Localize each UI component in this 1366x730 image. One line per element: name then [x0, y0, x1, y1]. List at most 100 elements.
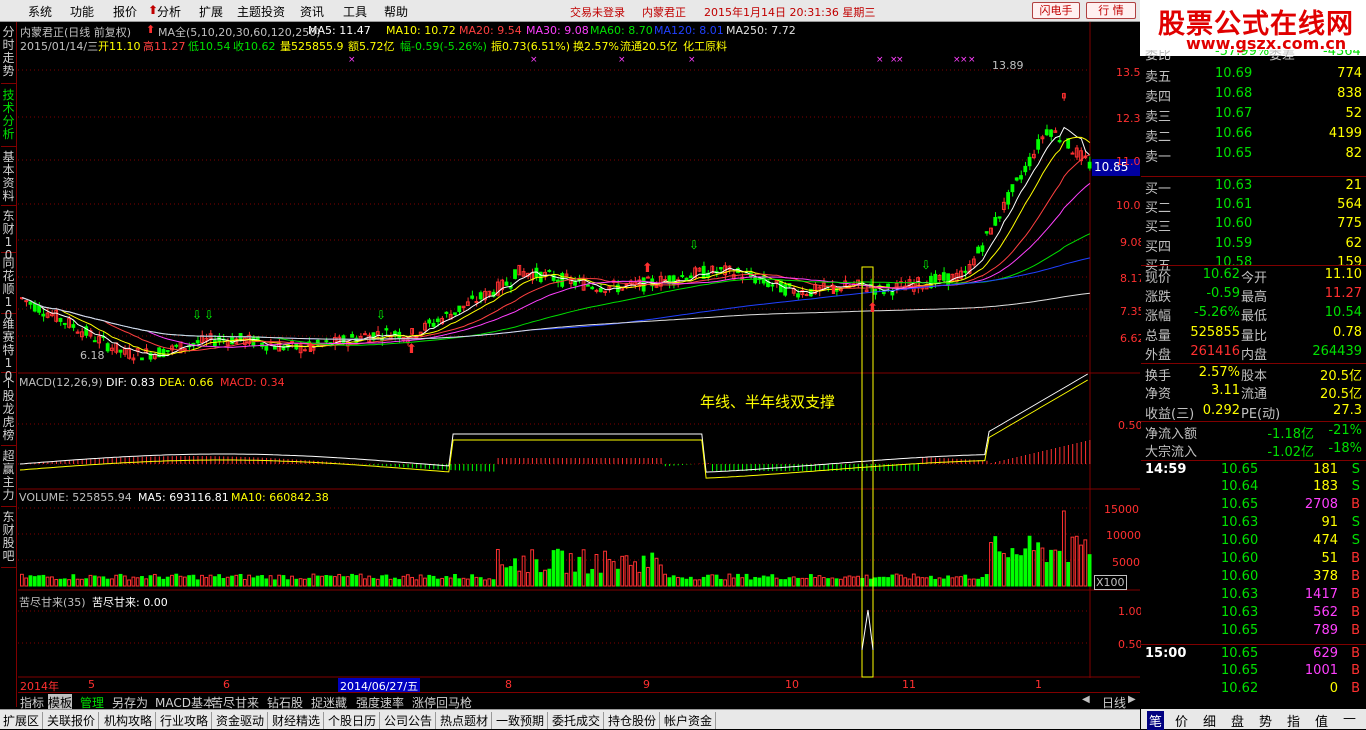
volume-bar	[337, 573, 342, 587]
bid-row-1: 买二 10.61 564	[1141, 196, 1366, 216]
tab-fundamentals[interactable]: 基本资料	[1, 148, 16, 206]
scroll-left-icon[interactable]: ◀	[1082, 694, 1090, 705]
volume-bar	[1066, 561, 1071, 587]
tab-forum[interactable]: 东财股吧	[1, 508, 16, 568]
tick-qty: 629	[1313, 646, 1338, 661]
volume-bar	[581, 549, 586, 587]
tab-main-force[interactable]: 超赢主力	[1, 447, 16, 507]
tab-capital[interactable]: 资金驱动	[213, 712, 269, 729]
tab-extend[interactable]: 扩展区	[0, 712, 44, 729]
volume-bar	[97, 576, 101, 587]
tick-qty: 1001	[1304, 663, 1338, 678]
volume-bar	[397, 579, 402, 587]
volume-bar	[813, 577, 818, 587]
rtab-trend[interactable]: 势	[1259, 711, 1272, 730]
bid-qty: 775	[1337, 216, 1362, 231]
volume-bar	[92, 575, 97, 587]
rtab-value[interactable]: 值	[1315, 711, 1328, 730]
volume-bar	[997, 551, 1002, 587]
tab-ths[interactable]: 同花顺10	[1, 254, 16, 322]
volume-bar	[1014, 554, 1019, 587]
volume-bar	[440, 577, 445, 587]
tab-account[interactable]: 帐户资金	[661, 712, 717, 729]
stock-title: 内蒙君正	[642, 6, 686, 19]
candle-body	[560, 273, 565, 287]
menu-help[interactable]: 帮助	[384, 3, 408, 20]
menu-news[interactable]: 资讯	[300, 3, 324, 20]
rtab-index[interactable]: 指	[1287, 711, 1300, 730]
menu-system[interactable]: 系统	[28, 3, 52, 20]
candle-body	[457, 305, 462, 313]
volume-bar	[834, 578, 839, 587]
tick-row: 10.63 562 B	[1141, 604, 1366, 622]
volume-bar	[217, 574, 222, 587]
tab-orders[interactable]: 委托成交	[549, 712, 605, 729]
volume-bar	[478, 577, 483, 587]
tab-inst[interactable]: 机构攻略	[101, 712, 157, 729]
tick-qty: 181	[1313, 462, 1338, 477]
rtab-more[interactable]: —	[1343, 711, 1356, 726]
volume-bar	[993, 536, 998, 587]
ask-label: 卖三	[1145, 110, 1172, 125]
menu-theme[interactable]: 主题投资	[237, 3, 285, 20]
rtab-ticks[interactable]: 笔	[1147, 711, 1165, 730]
flash-trade-button[interactable]: 闪电手	[1032, 2, 1080, 19]
stat-label: 涨幅	[1145, 309, 1172, 324]
tab-weisaite[interactable]: 维赛特10	[1, 315, 16, 383]
rtab-price[interactable]: 价	[1175, 711, 1188, 730]
tab-calendar[interactable]: 个股日历	[325, 712, 381, 729]
volume-bar	[800, 577, 805, 587]
menu-analysis[interactable]: 分析	[157, 3, 181, 20]
ask-label: 卖五	[1145, 70, 1172, 85]
volume-bar	[847, 575, 852, 587]
tab-dragon-tiger[interactable]: 个股龙虎榜	[1, 374, 16, 446]
volume-bar	[1079, 544, 1083, 587]
tab-eastmoney[interactable]: 东财10	[1, 207, 16, 262]
volume-bar	[1040, 547, 1045, 587]
volume-bar	[710, 574, 715, 587]
login-status[interactable]: 交易未登录	[570, 4, 625, 20]
vol-ma5-label: MA5: 693116.81	[138, 491, 229, 504]
volume-bar	[62, 578, 67, 587]
candle-body	[118, 349, 123, 353]
scroll-right-icon[interactable]: ▶	[1128, 694, 1136, 705]
tick-qty: 562	[1313, 605, 1338, 620]
tab-positions[interactable]: 持仓股份	[605, 712, 661, 729]
tab-technical[interactable]: 技术分析	[1, 85, 16, 147]
tab-related[interactable]: 关联报价	[44, 712, 100, 729]
tab-announce[interactable]: 公司公告	[381, 712, 437, 729]
stat-row-3: 总量 525855 量比 0.78	[1141, 324, 1366, 344]
quote-button[interactable]: 行 情	[1086, 2, 1136, 19]
rtab-detail[interactable]: 细	[1203, 711, 1216, 730]
candle-body	[796, 293, 800, 298]
menu-extend[interactable]: 扩展	[199, 3, 223, 20]
volume-bar	[367, 575, 372, 587]
tick-side: S	[1351, 462, 1360, 477]
menu-tools[interactable]: 工具	[343, 3, 367, 20]
tab-intraday[interactable]: 分时走势	[1, 22, 16, 84]
tab-consensus[interactable]: 一致预期	[493, 712, 549, 729]
volume-bar	[251, 577, 256, 587]
menu-quote[interactable]: 报价	[113, 3, 137, 20]
volume-bar	[174, 573, 179, 587]
time-axis-8: 1	[1035, 678, 1042, 691]
candle-body	[324, 340, 329, 343]
ma30-label: MA30: 9.08	[526, 24, 589, 37]
dea-label: DEA: 0.66	[159, 376, 214, 389]
candle-body	[71, 324, 76, 328]
chart-canvas[interactable]: ⬆ ⬆⬆⬆⬆⇩ ⇩ ⇩⇩⇩× × × × × ×× × × ×	[18, 22, 1140, 678]
candle-body	[586, 284, 590, 287]
rtab-book[interactable]: 盘	[1231, 711, 1244, 730]
tab-industry[interactable]: 行业攻略	[157, 712, 213, 729]
x100-unit: X100	[1094, 575, 1127, 590]
volume-bar	[363, 578, 367, 587]
volume-bar	[980, 576, 985, 587]
tab-topics[interactable]: 热点题材	[437, 712, 493, 729]
tick-side: B	[1351, 646, 1360, 661]
kline-chart[interactable]: ⬆ ⬆ ⬆ ⬆ ⬆ ⇩ ⇩ ⇩ ⇩ ⇩ × × × × × × × × × × 内蒙君正(日线 前复权) ⬆ MA全(…	[18, 22, 1148, 678]
flow-row-0: 净流入额 -1.18亿 -21%	[1141, 421, 1366, 442]
stat-value: 261416	[1190, 344, 1240, 359]
volume-bar	[208, 574, 213, 587]
menu-function[interactable]: 功能	[70, 3, 94, 20]
tab-finance[interactable]: 财经精选	[269, 712, 325, 729]
